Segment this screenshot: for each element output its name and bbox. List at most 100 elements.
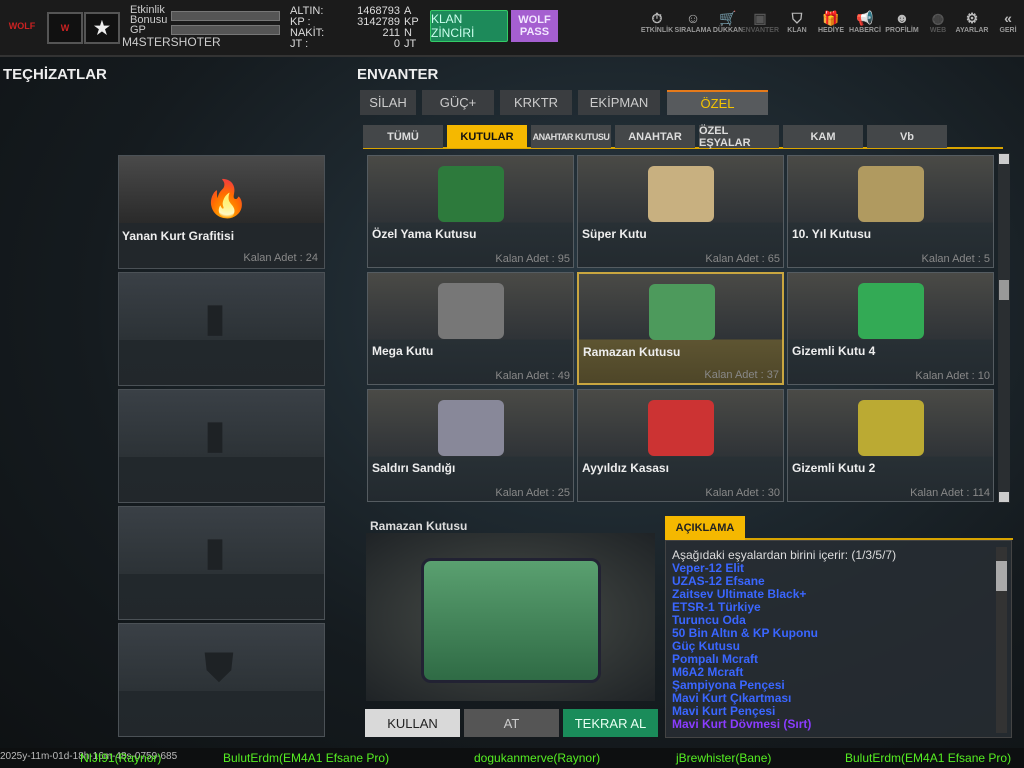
inventory-item[interactable]: Saldırı Sandığı Kalan Adet : 25 xyxy=(367,389,574,502)
item-image xyxy=(438,400,504,456)
inventory-item[interactable]: Özel Yama Kutusu Kalan Adet : 95 xyxy=(367,155,574,268)
item-image xyxy=(438,166,504,222)
item-name: Ayyıldız Kasası xyxy=(582,461,669,475)
equipment-slot-shield[interactable]: ⛊ xyxy=(118,623,325,737)
ticker-entry: NIJI91(Raynor) xyxy=(80,751,162,765)
tab-3[interactable]: EKİPMAN xyxy=(578,90,660,115)
item-name: Gizemli Kutu 4 xyxy=(792,344,876,358)
equipment-slot-spray[interactable]: ▮ xyxy=(118,506,325,620)
nav-icon-0: ⏱ xyxy=(651,10,663,26)
nav-item-3[interactable]: ▣ ENVANTER xyxy=(741,10,779,34)
description-panel: Aşağıdaki eşyalardan birini içerir: (1/3… xyxy=(665,540,1012,738)
subtab-5[interactable]: KAM xyxy=(783,125,863,148)
nav-label: DÜKKAN xyxy=(712,27,744,34)
item-name: 10. Yıl Kutusu xyxy=(792,227,872,241)
item-name: Süper Kutu xyxy=(582,227,647,241)
inventory-item[interactable]: Gizemli Kutu 2 Kalan Adet : 114 xyxy=(787,389,994,502)
nav-item-4[interactable]: ⛉ KLAN xyxy=(780,10,814,34)
subtab-1[interactable]: KUTULAR xyxy=(447,125,527,148)
equipment-title: TEÇHİZATLAR xyxy=(3,66,107,83)
clan-emblem[interactable]: W xyxy=(47,12,83,44)
subtab-2[interactable]: ANAHTAR KUTUSU xyxy=(531,125,611,148)
spray-can-icon: ▮ xyxy=(204,413,227,457)
grid-scrollbar[interactable] xyxy=(998,153,1010,503)
selected-item-name: Ramazan Kutusu xyxy=(370,519,468,533)
description-list: Veper-12 Elit UZAS-12 Efsane Zaitsev Ultim… xyxy=(672,562,991,731)
equipment-slot-spray[interactable]: ▮ xyxy=(118,389,325,503)
equipment-slot-spray[interactable]: ▮ xyxy=(118,272,325,386)
rank-star-icon[interactable]: ★ xyxy=(84,12,120,44)
currency-label: JT : xyxy=(290,38,309,50)
scroll-up-arrow[interactable] xyxy=(999,154,1009,164)
inventory-item[interactable]: Süper Kutu Kalan Adet : 65 xyxy=(577,155,784,268)
nav-label: HEDİYE xyxy=(817,27,845,34)
nav-item-1[interactable]: ☺ SIRALAMA xyxy=(674,10,712,34)
top-bar: WOLF W ★ Etkinlik Bonusu GP M4STERSHOTER… xyxy=(0,0,1024,57)
tab-2[interactable]: KRKTR xyxy=(500,90,572,115)
item-image xyxy=(648,166,714,222)
item-name: Ramazan Kutusu xyxy=(583,345,681,359)
nav-icon-3: ▣ xyxy=(753,10,767,26)
nav-icon-5: 🎁 xyxy=(822,10,840,26)
item-count: Kalan Adet : 95 xyxy=(495,253,570,265)
equipment-slot-graffiti[interactable]: 🔥 Yanan Kurt Grafitisi Kalan Adet : 24 xyxy=(118,155,325,269)
inventory-item[interactable]: 10. Yıl Kutusu Kalan Adet : 5 xyxy=(787,155,994,268)
nav-item-0[interactable]: ⏱ ETKİNLİK xyxy=(640,10,674,34)
game-logo: WOLF xyxy=(8,21,36,31)
crate-image xyxy=(421,558,601,683)
ticker-entry: dogukanmerve(Raynor) xyxy=(474,751,601,765)
nav-item-10[interactable]: «GERİ xyxy=(991,10,1024,34)
tab-1[interactable]: GÜÇ+ xyxy=(422,90,494,115)
subtab-0[interactable]: TÜMÜ xyxy=(363,125,443,148)
nav-icon-2: 🛒 xyxy=(719,10,737,26)
nav-label: PROFİLİM xyxy=(885,27,919,34)
ticker-entry: jBrewhister(Bane) xyxy=(676,751,772,765)
scroll-thumb[interactable] xyxy=(999,280,1009,300)
use-button[interactable]: KULLAN xyxy=(365,709,460,737)
item-count: Kalan Adet : 10 xyxy=(915,370,990,382)
nav-item-2[interactable]: 🛒 DÜKKAN xyxy=(711,10,745,34)
nav-label: KLAN xyxy=(787,27,807,34)
nav-icon-8: ◍ xyxy=(931,10,945,26)
nav-icon-10: « xyxy=(1004,10,1012,26)
nav-label: ETKİNLİK xyxy=(640,27,674,34)
nav-item-5[interactable]: 🎁 HEDİYE xyxy=(814,10,848,34)
nav-label: ENVANTER xyxy=(741,27,779,34)
description-tab[interactable]: AÇIKLAMA xyxy=(665,516,745,540)
event-bonus-bar xyxy=(171,11,280,21)
inventory-item[interactable]: Gizemli Kutu 4 Kalan Adet : 10 xyxy=(787,272,994,385)
subtab-4[interactable]: ÖZEL EŞYALAR xyxy=(699,125,779,149)
item-count: Kalan Adet : 37 xyxy=(704,369,779,381)
nav-icon-6: 📢 xyxy=(856,10,874,26)
tab-4[interactable]: ÖZEL xyxy=(667,90,768,115)
klan-chain-button[interactable]: KLAN ZİNCİRİ xyxy=(430,10,508,42)
inventory-item[interactable]: Mega Kutu Kalan Adet : 49 xyxy=(367,272,574,385)
slot-name: Yanan Kurt Grafitisi xyxy=(122,229,235,243)
nav-label: SIRALAMA xyxy=(674,27,712,34)
subtab-6[interactable]: Vb xyxy=(867,125,947,148)
item-image xyxy=(649,284,715,340)
nav-icon-7: ☻ xyxy=(894,10,910,26)
nav-item-6[interactable]: 📢 HABERCİ xyxy=(848,10,882,34)
tab-0[interactable]: SİLAH xyxy=(360,90,416,115)
description-scrollbar[interactable] xyxy=(996,547,1007,733)
wolf-pass-button[interactable]: WOLF PASS xyxy=(511,10,558,42)
item-count: Kalan Adet : 65 xyxy=(705,253,780,265)
nav-item-9[interactable]: ⚙ AYARLAR xyxy=(955,10,989,34)
nav-label: GERİ xyxy=(999,27,1017,34)
currency-value: 0 xyxy=(393,38,400,50)
ticker-entry: BulutErdm(EM4A1 Efsane Pro) xyxy=(845,751,1012,765)
nav-item-7[interactable]: ☻ PROFİLİM xyxy=(885,10,919,34)
nav-label: AYARLAR xyxy=(955,27,989,34)
drop-button[interactable]: AT xyxy=(464,709,559,737)
rebuy-button[interactable]: TEKRAR AL xyxy=(563,709,658,737)
inventory-item[interactable]: Ayyıldız Kasası Kalan Adet : 30 xyxy=(577,389,784,502)
scroll-down-arrow[interactable] xyxy=(999,492,1009,502)
slot-count: Kalan Adet : 24 xyxy=(243,252,318,264)
subtab-3[interactable]: ANAHTAR xyxy=(615,125,695,148)
nav-item-8[interactable]: ◍ WEB xyxy=(921,10,955,34)
nav-icon-9: ⚙ xyxy=(965,10,979,26)
item-count: Kalan Adet : 30 xyxy=(705,487,780,499)
gp-bar xyxy=(171,25,280,35)
inventory-item[interactable]: Ramazan Kutusu Kalan Adet : 37 xyxy=(577,272,784,385)
